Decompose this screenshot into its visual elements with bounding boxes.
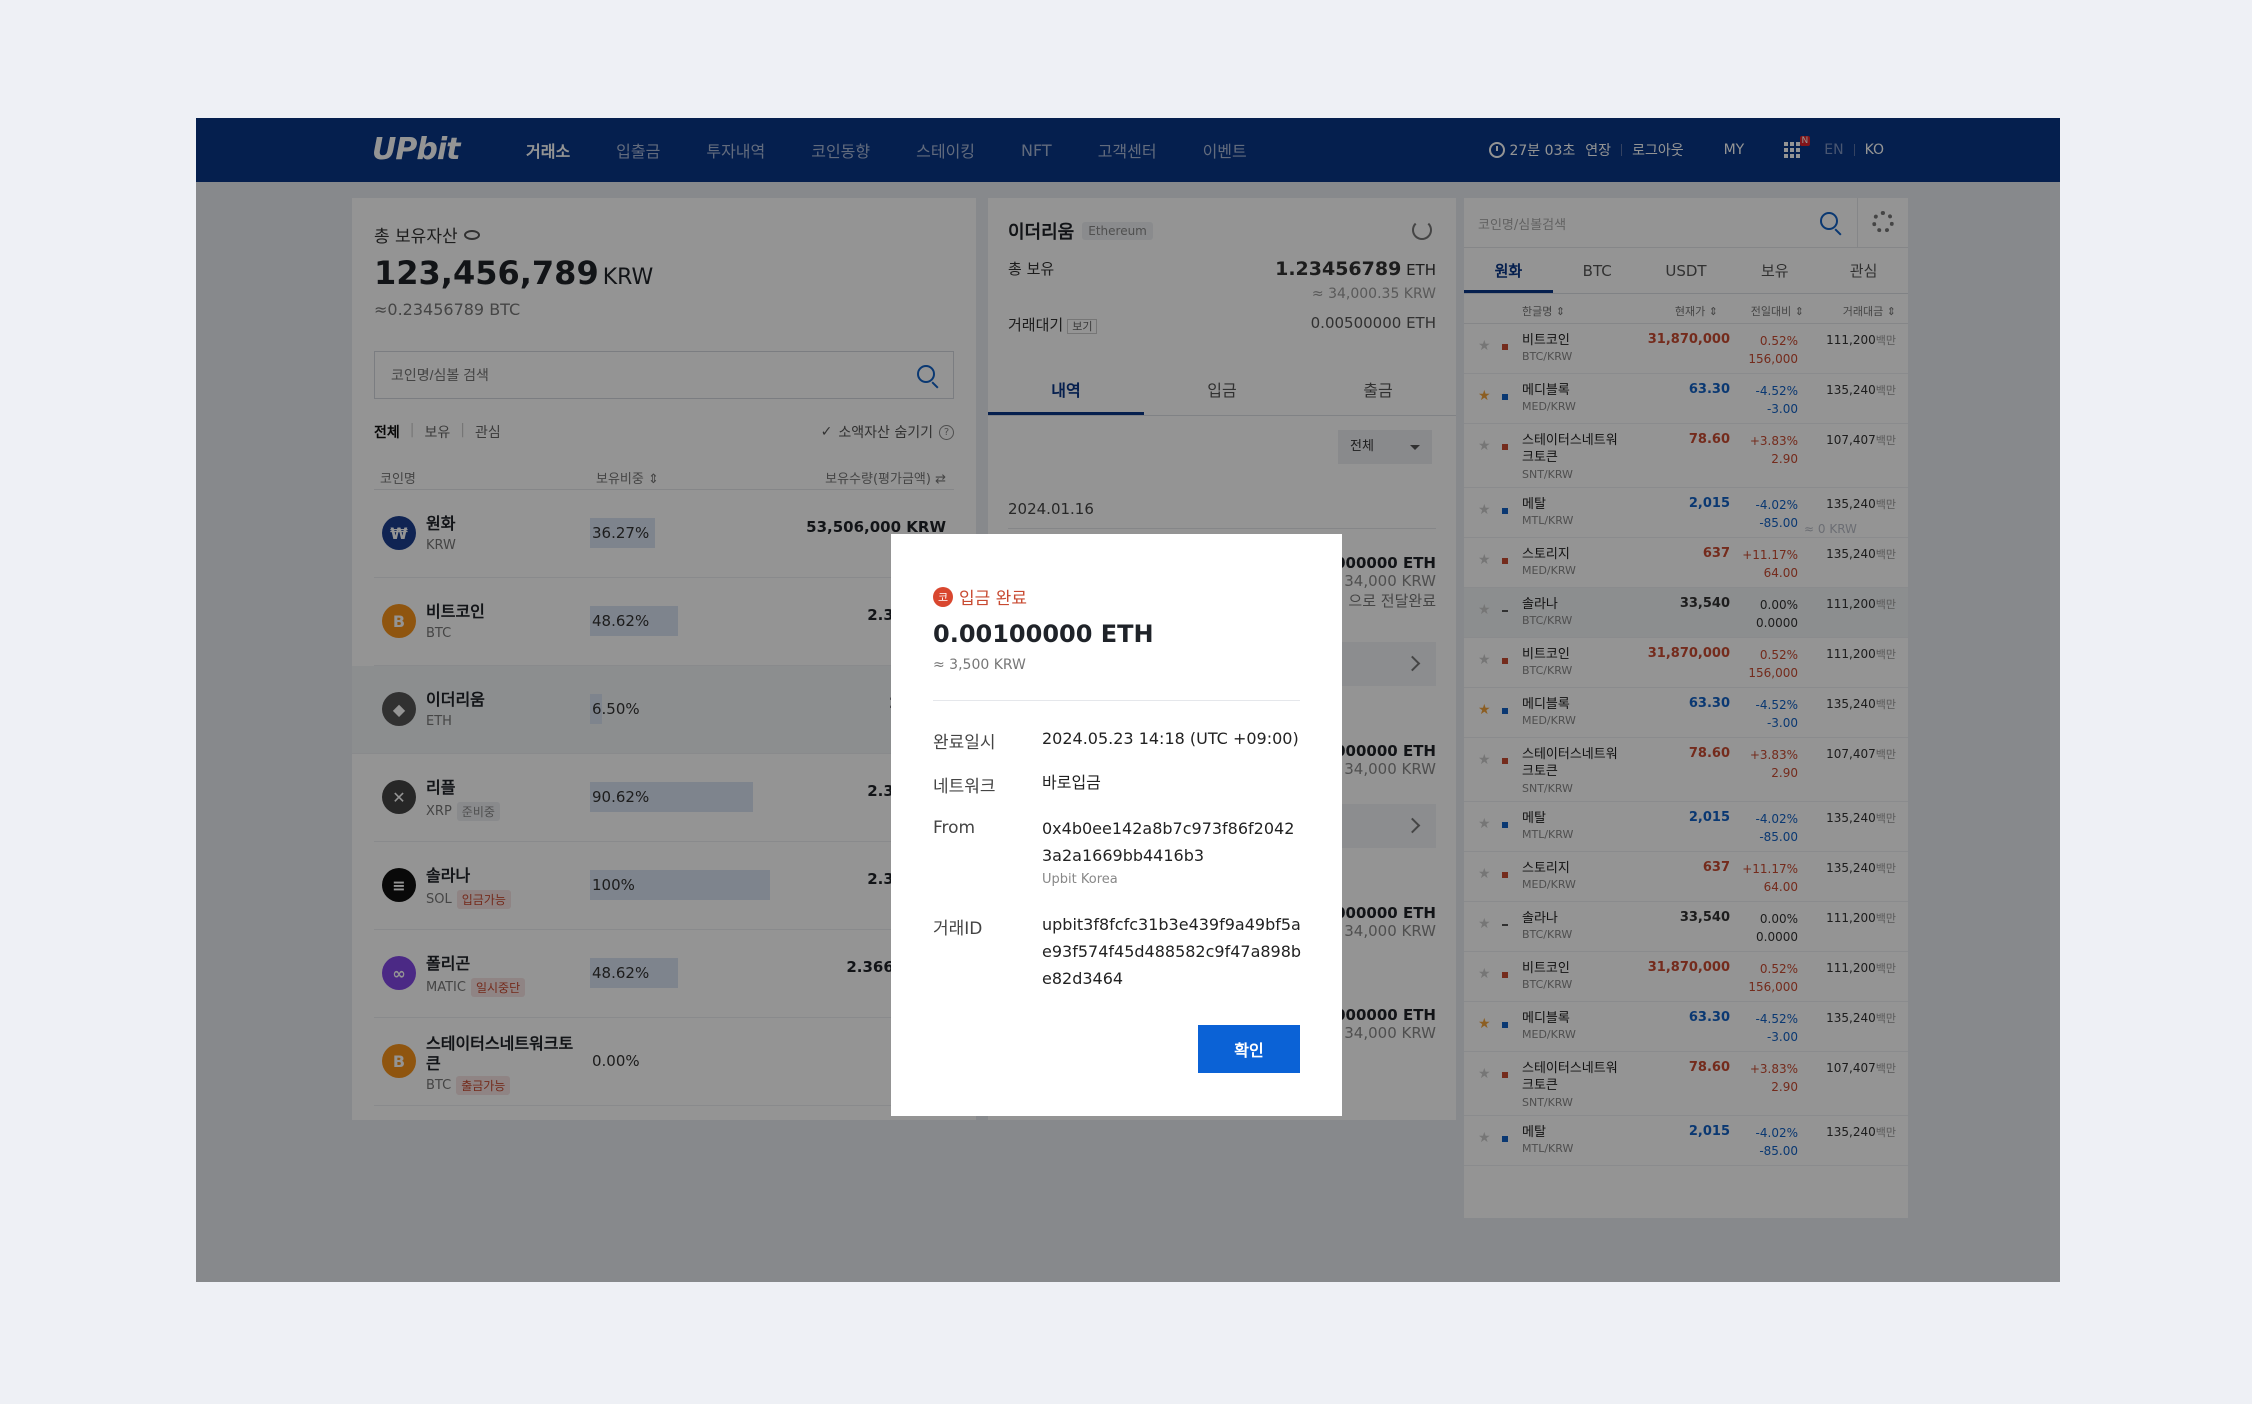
txid-label: 거래ID	[933, 919, 983, 939]
deposit-krw: ≈ 3,500 KRW	[933, 657, 1026, 673]
coin-icon: 코	[933, 586, 953, 607]
deposit-complete-modal: 코 입금 완료 0.00100000 ETH ≈ 3,500 KRW 완료일시 …	[891, 534, 1342, 1116]
from-address: 0x4b0ee142a8b7c973f86f20423a2a1669bb4416…	[1042, 819, 1295, 865]
deposit-status: 코 입금 완료	[933, 584, 1027, 609]
completed-at-label: 완료일시	[933, 733, 996, 753]
from-exchange: Upbit Korea	[1042, 872, 1118, 887]
deposit-status-text: 입금 완료	[959, 589, 1027, 609]
from-label: From	[933, 818, 976, 838]
network-label: 네트워크	[933, 777, 996, 797]
completed-at-value: 2024.05.23 14:18 (UTC +09:00)	[1042, 729, 1299, 748]
divider	[933, 700, 1300, 701]
txid-value: upbit3f8fcfc31b3e439f9a49bf5ae93f574f45d…	[1042, 915, 1302, 988]
confirm-button[interactable]: 확인	[1198, 1025, 1300, 1073]
network-value: 바로입금	[1042, 773, 1101, 792]
deposit-amount: 0.00100000 ETH	[933, 620, 1154, 648]
